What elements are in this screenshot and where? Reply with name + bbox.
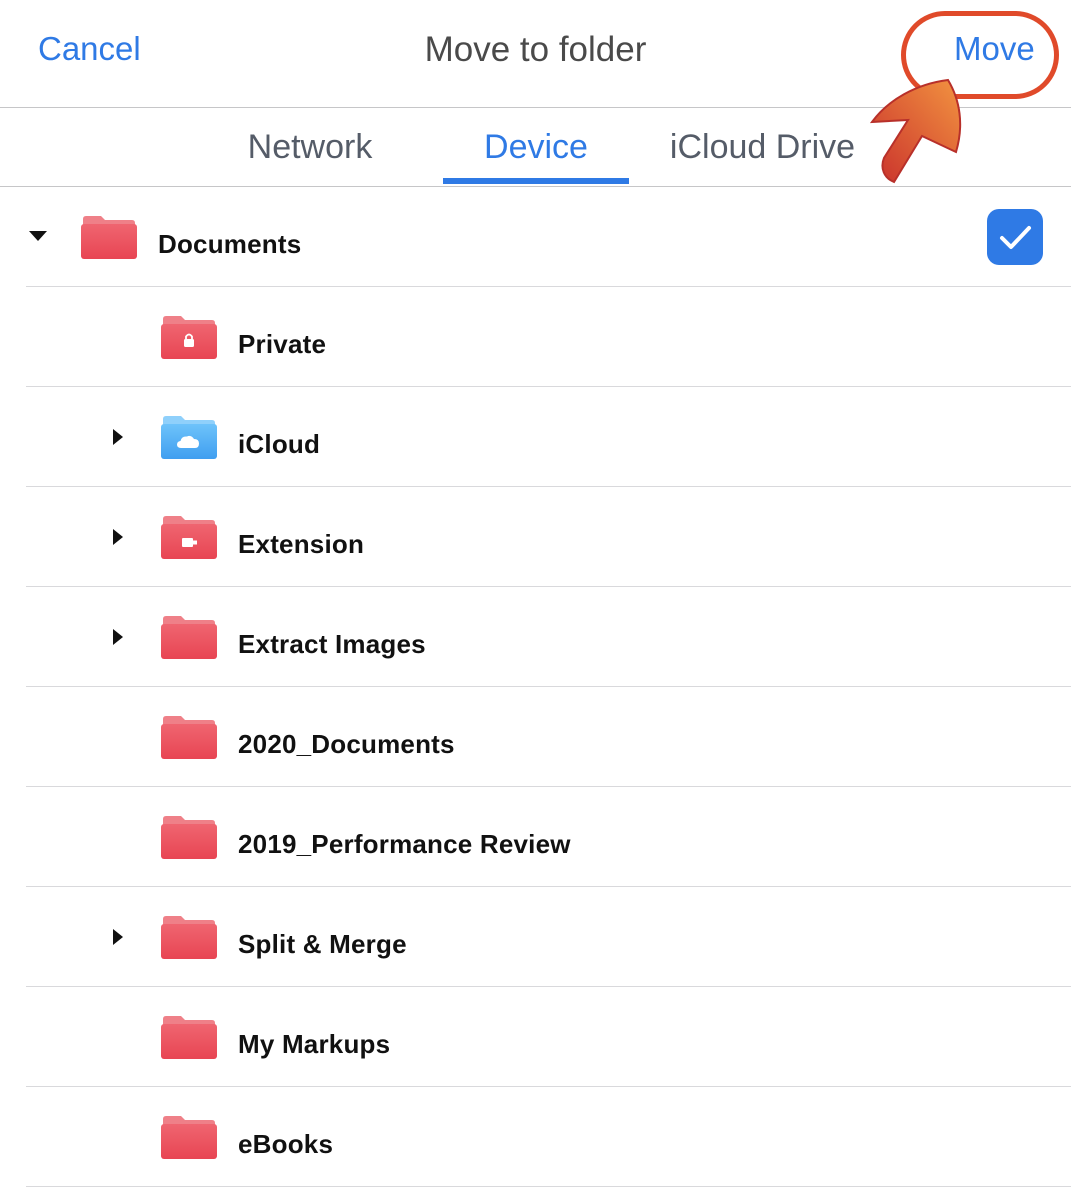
folder-icon xyxy=(81,216,137,259)
checkmark-icon xyxy=(1000,226,1031,249)
location-tabs: Network Device iCloud Drive xyxy=(0,108,1071,187)
folder-name: Extension xyxy=(238,529,365,559)
tab-icloud-drive[interactable]: iCloud Drive xyxy=(660,128,865,167)
folder-name: Extract Images xyxy=(238,629,426,659)
move-button[interactable]: Move xyxy=(954,30,1035,68)
folder-row-extract-images[interactable]: Extract Images xyxy=(0,587,1071,687)
folder-name: eBooks xyxy=(238,1129,334,1159)
expand-arrow-icon[interactable] xyxy=(113,429,123,445)
lock-folder-icon xyxy=(161,316,217,359)
folder-row-2019-performance-review[interactable]: 2019_Performance Review xyxy=(0,787,1071,887)
folder-name: My Markups xyxy=(238,1029,391,1059)
folder-row-icloud[interactable]: iCloud xyxy=(0,387,1071,487)
folder-row-private[interactable]: Private xyxy=(0,287,1071,387)
folder-row-documents[interactable]: Documents xyxy=(0,187,1071,287)
icloud-folder-icon xyxy=(161,416,217,459)
navigation-bar: Cancel Move to folder Move xyxy=(0,0,1071,108)
folder-icon xyxy=(161,916,217,959)
collapse-arrow-icon[interactable] xyxy=(29,231,47,241)
folder-name: iCloud xyxy=(238,429,321,459)
folder-name: Private xyxy=(238,329,327,359)
folder-name: 2020_Documents xyxy=(238,729,455,759)
extension-folder-icon xyxy=(161,516,217,559)
folder-icon xyxy=(161,716,217,759)
selected-checkbox[interactable] xyxy=(987,209,1043,265)
folder-row-extension[interactable]: Extension xyxy=(0,487,1071,587)
folder-row-ebooks[interactable]: eBooks xyxy=(0,1087,1071,1187)
expand-arrow-icon[interactable] xyxy=(113,529,123,545)
folder-row-my-markups[interactable]: My Markups xyxy=(0,987,1071,1087)
selected-tab-indicator xyxy=(443,178,629,184)
folder-name: 2019_Performance Review xyxy=(238,829,571,859)
folder-name: Documents xyxy=(158,229,302,259)
folder-row-2020-documents[interactable]: 2020_Documents xyxy=(0,687,1071,787)
folder-icon xyxy=(161,1116,217,1159)
folder-icon xyxy=(161,816,217,859)
expand-arrow-icon[interactable] xyxy=(113,629,123,645)
page-title: Move to folder xyxy=(424,30,647,69)
folder-icon xyxy=(161,616,217,659)
folder-row-split-merge[interactable]: Split & Merge xyxy=(0,887,1071,987)
tab-device[interactable]: Device xyxy=(443,128,629,167)
folder-icon xyxy=(161,1016,217,1059)
row-divider xyxy=(26,1186,1071,1187)
tab-network[interactable]: Network xyxy=(210,128,410,167)
folder-name: Split & Merge xyxy=(238,929,407,959)
expand-arrow-icon[interactable] xyxy=(113,929,123,945)
